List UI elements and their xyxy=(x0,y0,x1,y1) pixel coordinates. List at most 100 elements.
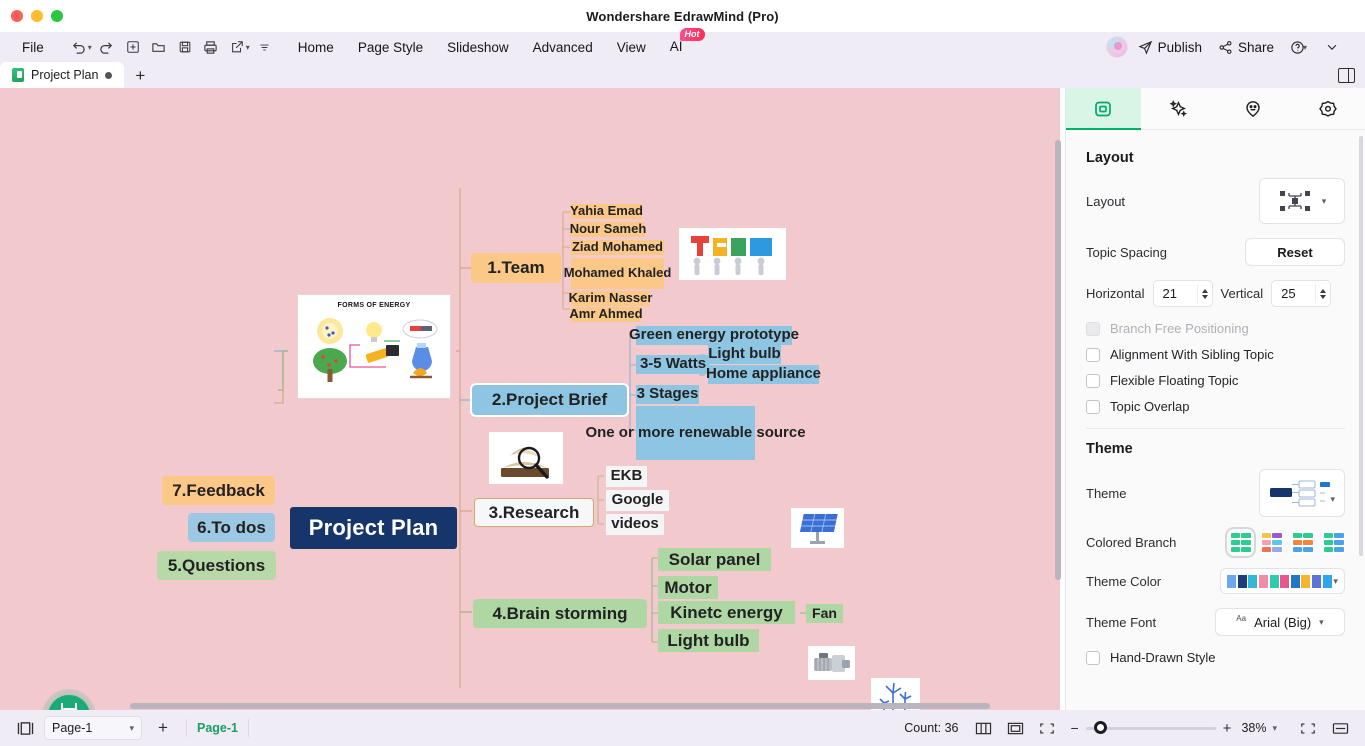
maximize-button[interactable] xyxy=(51,10,63,22)
team-member[interactable]: Karim Nasser xyxy=(569,291,652,306)
help-button[interactable]: ▾ xyxy=(1284,37,1315,58)
save-icon[interactable] xyxy=(172,35,198,59)
menu-ai[interactable]: AI Hot xyxy=(658,28,705,59)
team-member[interactable]: Yahia Emad xyxy=(570,204,643,219)
current-page-chip[interactable]: Page-1 xyxy=(197,721,238,735)
open-icon[interactable] xyxy=(146,35,172,59)
zoom-dropdown-caret-icon[interactable]: ▾ xyxy=(1272,723,1277,734)
research-child[interactable]: Google xyxy=(606,490,669,511)
panel-scrollbar[interactable] xyxy=(1359,136,1363,556)
zoom-slider[interactable]: − + xyxy=(1070,720,1231,737)
brief-child[interactable]: Home appliance xyxy=(706,365,821,384)
forms-of-energy-image[interactable]: FORMS OF ENERGY xyxy=(297,294,451,399)
research-child[interactable]: videos xyxy=(606,514,664,535)
motor-image[interactable] xyxy=(808,646,855,680)
undo-dropdown-caret[interactable]: ▾ xyxy=(88,43,92,52)
menu-file[interactable]: File xyxy=(10,37,56,58)
panel-tab-clipart[interactable] xyxy=(1216,88,1291,129)
colored-branch-option-3[interactable] xyxy=(1291,531,1314,554)
brief-child[interactable]: One or more renewable source xyxy=(585,406,806,460)
more-toolbar-icon[interactable] xyxy=(252,35,278,59)
branch-brain-storming[interactable]: 4.Brain storming xyxy=(473,599,647,628)
share-button[interactable]: Share xyxy=(1212,37,1280,58)
theme-font-select[interactable]: Aa Arial (Big) ▾ xyxy=(1215,608,1345,636)
checkbox-alignment-with-sibling-topic[interactable]: Alignment With Sibling Topic xyxy=(1086,347,1345,362)
team-member[interactable]: Amr Ahmed xyxy=(569,307,643,322)
branch-project-brief[interactable]: 2.Project Brief xyxy=(470,383,629,417)
research-child[interactable]: EKB xyxy=(606,466,647,487)
brief-child[interactable]: 3 Stages xyxy=(636,385,699,404)
multi-column-icon[interactable] xyxy=(970,716,996,740)
presentation-icon[interactable] xyxy=(1295,716,1321,740)
checkbox-box[interactable] xyxy=(1086,373,1100,388)
colored-branch-option-1[interactable] xyxy=(1225,527,1256,558)
panel-toggle-icon[interactable] xyxy=(1338,67,1355,83)
fullscreen-icon[interactable] xyxy=(1034,716,1060,740)
branch-questions[interactable]: 5.Questions xyxy=(157,551,276,580)
add-page-button[interactable]: + xyxy=(150,716,176,740)
zoom-knob[interactable] xyxy=(1093,721,1107,734)
canvas-horizontal-scrollbar[interactable] xyxy=(130,703,990,709)
checkbox-box[interactable] xyxy=(1086,650,1100,665)
window-controls[interactable] xyxy=(11,10,63,22)
team-member[interactable]: Nour Sameh xyxy=(570,222,646,237)
menu-page-style[interactable]: Page Style xyxy=(346,37,435,58)
central-topic[interactable]: Project Plan xyxy=(290,507,457,549)
add-tab-button[interactable]: + xyxy=(124,64,156,88)
panel-tab-ai-sparkle[interactable] xyxy=(1141,88,1216,129)
menu-view[interactable]: View xyxy=(605,37,658,58)
zoom-in-button[interactable]: + xyxy=(1223,720,1232,737)
brainstorm-child-fan[interactable]: Fan xyxy=(806,604,843,623)
vertical-stepper-arrows[interactable] xyxy=(1315,284,1327,303)
reset-button[interactable]: Reset xyxy=(1245,238,1345,266)
horizontal-stepper[interactable]: 21 xyxy=(1152,280,1213,307)
team-member[interactable]: Mohamed Khaled xyxy=(564,258,671,289)
page-select[interactable]: Page-1 ▾ xyxy=(44,716,142,740)
checkbox-topic-overlap[interactable]: Topic Overlap xyxy=(1086,399,1345,414)
colored-branch-option-2[interactable] xyxy=(1260,531,1283,554)
new-icon[interactable] xyxy=(120,35,146,59)
branch-team[interactable]: 1.Team xyxy=(471,253,561,283)
menu-advanced[interactable]: Advanced xyxy=(521,37,605,58)
fit-page-icon[interactable] xyxy=(1002,716,1028,740)
export-dropdown-caret[interactable]: ▾ xyxy=(246,43,250,52)
team-member[interactable]: Ziad Mohamed xyxy=(571,240,664,255)
avatar[interactable] xyxy=(1105,36,1128,58)
brief-child[interactable]: Green energy prototype xyxy=(629,326,799,345)
chevron-down-icon[interactable] xyxy=(1319,35,1345,59)
checkbox-flexible-floating-topic[interactable]: Flexible Floating Topic xyxy=(1086,373,1345,388)
fit-width-icon[interactable] xyxy=(1327,716,1353,740)
zoom-out-button[interactable]: − xyxy=(1070,720,1078,736)
brief-child[interactable]: Light bulb xyxy=(708,345,781,364)
publish-button[interactable]: Publish xyxy=(1132,37,1208,58)
colored-branch-option-4[interactable] xyxy=(1322,531,1345,554)
branch-to-dos[interactable]: 6.To dos xyxy=(188,513,275,542)
brief-child[interactable]: 3-5 Watts xyxy=(636,355,710,374)
print-icon[interactable] xyxy=(198,35,224,59)
checkbox-box[interactable] xyxy=(1086,347,1100,362)
team-illustration-image[interactable] xyxy=(679,228,786,280)
research-books-image[interactable] xyxy=(489,432,563,484)
layout-select[interactable]: ▾ xyxy=(1259,178,1345,224)
outline-view-icon[interactable] xyxy=(12,716,38,740)
branch-feedback[interactable]: 7.Feedback xyxy=(162,476,275,505)
theme-select[interactable]: ▾ xyxy=(1259,469,1345,517)
solar-panel-image[interactable] xyxy=(791,508,844,548)
brainstorm-child[interactable]: Solar panel xyxy=(658,548,771,571)
theme-color-select[interactable]: ▾ xyxy=(1220,568,1345,594)
checkbox-hand-drawn-style[interactable]: Hand-Drawn Style xyxy=(1086,650,1345,665)
zoom-track[interactable] xyxy=(1085,721,1216,734)
menu-slideshow[interactable]: Slideshow xyxy=(435,37,521,58)
canvas-vertical-scrollbar[interactable] xyxy=(1055,140,1061,580)
menu-home[interactable]: Home xyxy=(286,37,346,58)
checkbox-box[interactable] xyxy=(1086,399,1100,414)
close-button[interactable] xyxy=(11,10,23,22)
redo-icon[interactable] xyxy=(94,35,120,59)
brainstorm-child[interactable]: Motor xyxy=(658,576,718,599)
brainstorm-child[interactable]: Light bulb xyxy=(658,629,759,652)
panel-tab-sticker[interactable] xyxy=(1290,88,1365,129)
vertical-stepper[interactable]: 25 xyxy=(1271,280,1332,307)
minimize-button[interactable] xyxy=(31,10,43,22)
mindmap-canvas[interactable]: FORMS OF ENERGY Project Plan 7.Feedback … xyxy=(0,88,1060,710)
horizontal-stepper-arrows[interactable] xyxy=(1196,284,1208,303)
